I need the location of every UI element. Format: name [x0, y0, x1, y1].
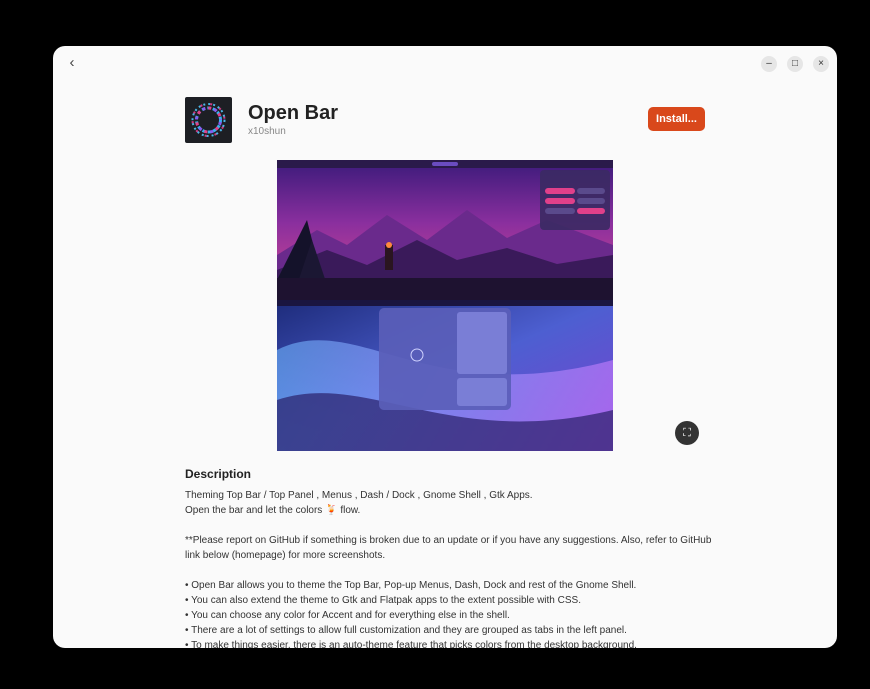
minimize-button[interactable]: –	[761, 56, 777, 72]
description-body: Theming Top Bar / Top Panel , Menus , Da…	[185, 488, 715, 648]
maximize-button[interactable]: □	[787, 56, 803, 72]
app-window: ‹ – □ × Open Bar x10shun Install... ⛶ De…	[53, 46, 837, 648]
close-button[interactable]: ×	[813, 56, 829, 72]
description-line: **Please report on GitHub if something i…	[185, 535, 712, 561]
list-item: Open Bar allows you to theme the Top Bar…	[185, 578, 715, 593]
back-button[interactable]: ‹	[63, 54, 81, 72]
list-item: There are a lot of settings to allow ful…	[185, 623, 715, 638]
app-title: Open Bar	[248, 102, 339, 124]
app-screenshot[interactable]	[277, 160, 613, 451]
app-icon	[185, 97, 232, 143]
description-line: Open the bar and let the colors 🍹 flow.	[185, 505, 361, 516]
list-item: You can also extend the theme to Gtk and…	[185, 593, 715, 608]
fullscreen-icon[interactable]: ⛶	[675, 421, 699, 445]
list-item: To make things easier, there is an auto-…	[185, 638, 715, 648]
description-line: Theming Top Bar / Top Panel , Menus , Da…	[185, 490, 533, 501]
feature-list: Open Bar allows you to theme the Top Bar…	[185, 578, 715, 648]
list-item: You can choose any color for Accent and …	[185, 608, 715, 623]
app-developer: x10shun	[248, 126, 286, 137]
description-heading: Description	[185, 467, 252, 481]
install-button[interactable]: Install...	[648, 107, 705, 131]
